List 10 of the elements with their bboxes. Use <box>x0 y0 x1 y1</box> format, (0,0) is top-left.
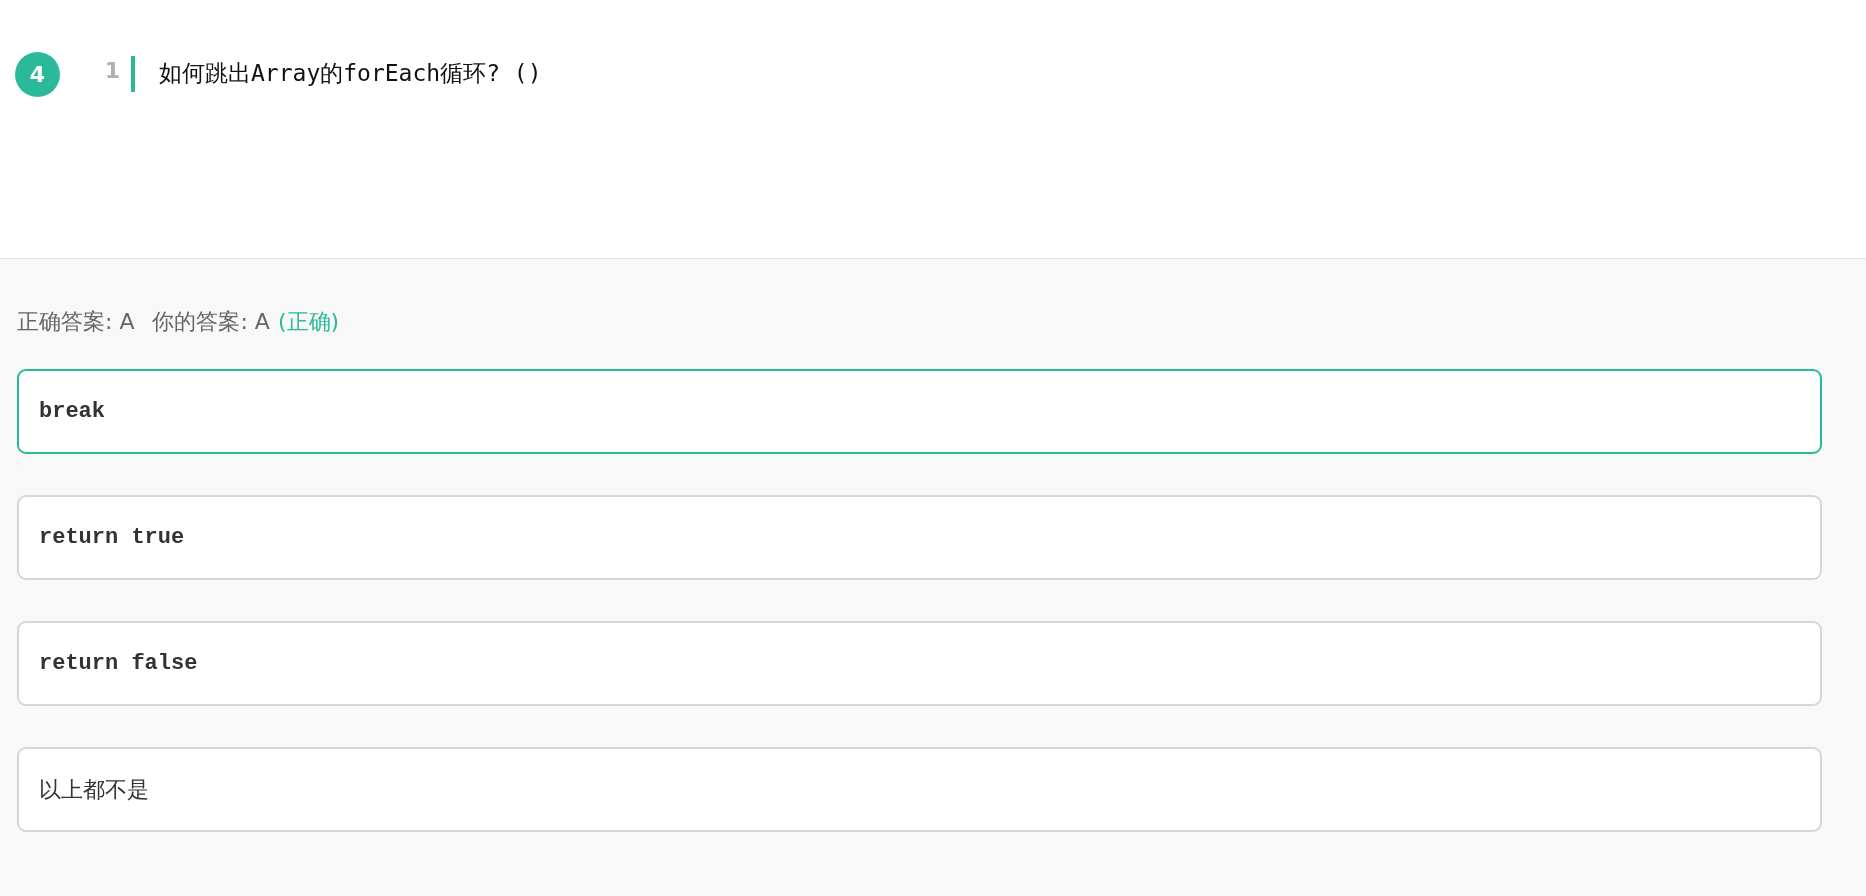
line-number: 1 <box>103 58 120 83</box>
answer-option[interactable]: return true <box>17 495 1822 580</box>
answer-option[interactable]: return false <box>17 621 1822 706</box>
answer-verdict: (正确) <box>277 308 340 336</box>
answer-option[interactable]: break <box>17 369 1822 454</box>
your-answer: 你的答案: A <box>152 308 270 336</box>
question-text: 如何跳出Array的forEach循环? () <box>159 59 542 88</box>
question-number: 4 <box>15 52 60 97</box>
answer-option[interactable]: 以上都不是 <box>17 747 1822 832</box>
correct-answer: 正确答案: A <box>17 308 135 336</box>
